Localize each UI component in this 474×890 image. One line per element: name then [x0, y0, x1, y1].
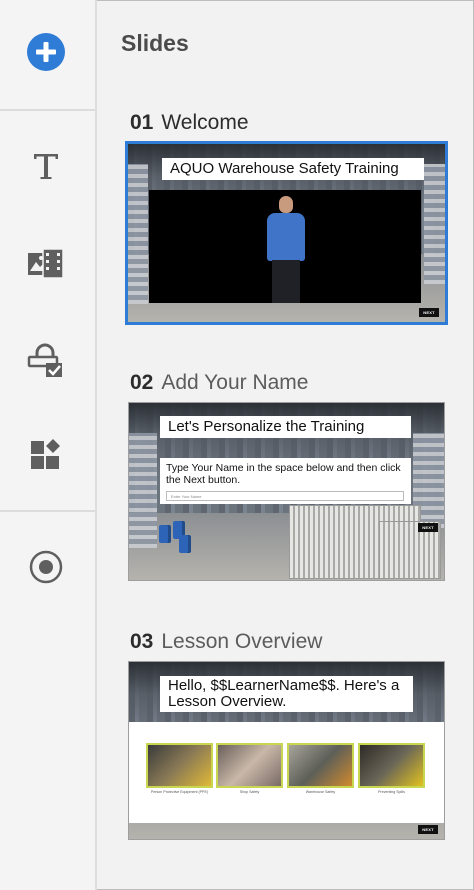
shelf — [128, 164, 148, 304]
name-form: Type Your Name in the space below and th… — [160, 458, 411, 504]
panel-separator — [95, 0, 97, 890]
widgets-icon[interactable] — [25, 433, 67, 475]
warehouse-safety-image — [287, 743, 354, 788]
lesson-panel: Person Protective Equipment (PPE) Shop S… — [129, 722, 444, 823]
slide-banner: Hello, $$LearnerName$$. Here's a Lesson … — [160, 676, 413, 712]
next-button: NEXT — [418, 825, 438, 834]
banner-line: Hello, $$LearnerName$$. Here's a — [168, 677, 400, 694]
rail-divider — [0, 510, 95, 512]
shop-safety-image — [216, 743, 283, 788]
next-button: NEXT — [418, 523, 438, 532]
slide-number: 03 — [130, 630, 154, 653]
rail-divider — [0, 109, 95, 111]
interaction-icon[interactable] — [25, 340, 67, 382]
slide-thumbnail-welcome[interactable]: AQUO Warehouse Safety Training NEXT — [125, 141, 448, 325]
slide-label-lesson-overview[interactable]: 03 Lesson Overview — [130, 630, 322, 654]
ppe-image — [146, 743, 213, 788]
lesson-caption: Warehouse Safety — [305, 790, 336, 794]
next-button: NEXT — [419, 308, 439, 317]
lesson-caption: Shop Safety — [239, 790, 260, 794]
slide-banner: AQUO Warehouse Safety Training — [162, 158, 424, 180]
lesson-caption: Preventing Spills — [378, 790, 405, 794]
slide-thumbnail-lesson-overview[interactable]: Hello, $$LearnerName$$. Here's a Lesson … — [128, 661, 445, 840]
text-icon[interactable] — [25, 145, 67, 187]
shelf — [424, 164, 445, 284]
slide-name: Welcome — [161, 111, 249, 134]
form-instruction: Type Your Name in the space below and th… — [166, 462, 401, 486]
video-presenter — [149, 190, 421, 303]
spills-image — [358, 743, 425, 788]
banner-line: Lesson Overview. — [168, 693, 287, 710]
slide-label-welcome[interactable]: 01 Welcome — [130, 111, 249, 135]
slide-name: Add Your Name — [161, 371, 309, 394]
slide-banner: Let's Personalize the Training — [160, 416, 411, 438]
slide-label-add-your-name[interactable]: 02 Add Your Name — [130, 371, 308, 395]
name-input: Enter Your Name — [166, 491, 404, 501]
slide-thumbnail-add-your-name[interactable]: Let's Personalize the Training Type Your… — [128, 402, 445, 581]
record-icon[interactable] — [25, 546, 67, 588]
shelf — [129, 433, 157, 548]
presenter-figure — [264, 196, 308, 303]
add-icon[interactable] — [25, 31, 67, 73]
lesson-caption: Person Protective Equipment (PPE) — [150, 790, 209, 794]
tool-rail — [0, 0, 95, 890]
media-icon[interactable] — [25, 242, 67, 284]
slide-number: 01 — [130, 111, 154, 134]
slide-name: Lesson Overview — [161, 630, 323, 653]
slide-number: 02 — [130, 371, 154, 394]
panel-title: Slides — [121, 30, 189, 56]
